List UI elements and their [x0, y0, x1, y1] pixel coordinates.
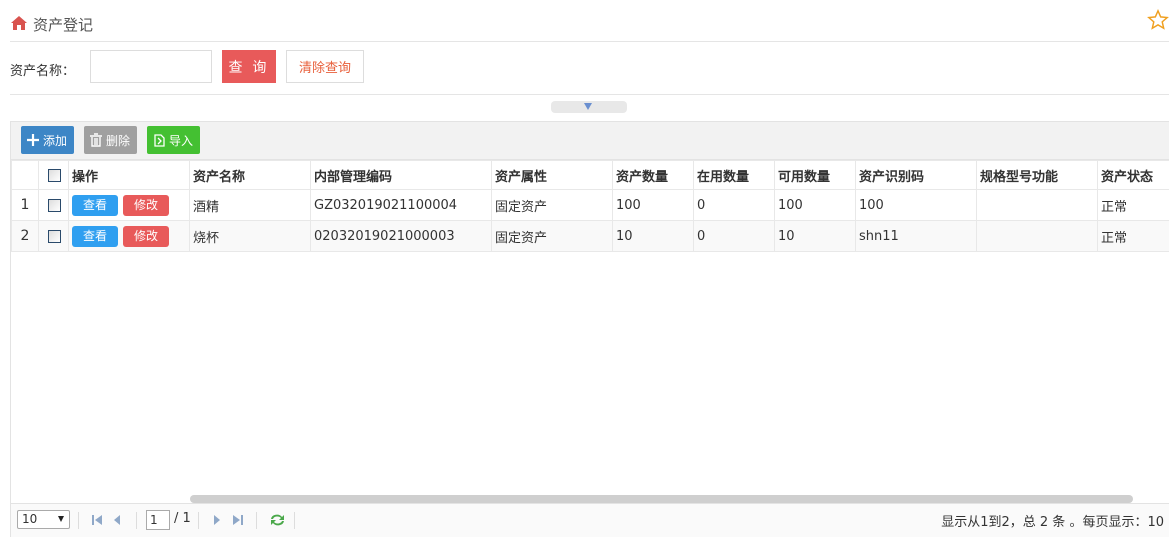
status-cell: 正常	[1097, 220, 1169, 252]
import-file-icon	[154, 134, 165, 147]
asset-attr-cell: 固定资产	[491, 189, 613, 221]
asset-table: 操作 资产名称 内部管理编码 资产属性 资产数量 在用数量 可用数量 资产识别码…	[11, 160, 1169, 252]
next-page-icon[interactable]	[212, 514, 222, 526]
ident-code-cell: 100	[855, 189, 977, 221]
query-button[interactable]: 查 询	[222, 50, 276, 83]
row-checkbox[interactable]	[48, 229, 61, 243]
table-row[interactable]: 1 查看 修改 酒精 GZ032019021100004 固定资产 100 0 1…	[11, 189, 1169, 221]
page-title: 资产登记	[33, 16, 94, 34]
add-label: 添加	[43, 133, 68, 148]
view-button[interactable]: 查看	[72, 194, 118, 216]
collapse-toggle[interactable]	[551, 101, 627, 113]
page-number-input[interactable]: 1	[146, 510, 170, 530]
asset-name-cell: 酒精	[189, 189, 311, 221]
edit-button[interactable]: 修改	[123, 225, 169, 247]
caret-down-icon	[584, 103, 592, 110]
spec-cell	[976, 220, 1098, 252]
asset-grid: 添加 删除 导入 操作 资产名称 内部管理编码 资产属性 资产数量 在用数量 可…	[10, 121, 1169, 537]
page-size-select[interactable]: 10	[17, 510, 70, 529]
row-number-header	[11, 160, 39, 190]
star-icon[interactable]	[1147, 9, 1169, 31]
horizontal-scrollbar[interactable]	[190, 495, 1133, 503]
asset-name-label: 资产名称：	[10, 64, 76, 79]
table-header-row: 操作 资产名称 内部管理编码 资产属性 资产数量 在用数量 可用数量 资产识别码…	[11, 160, 1169, 190]
row-checkbox[interactable]	[48, 198, 61, 212]
view-button[interactable]: 查看	[72, 225, 118, 247]
row-select-cell	[38, 220, 69, 252]
column-header[interactable]: 资产名称	[189, 160, 311, 190]
available-qty-cell: 100	[774, 189, 856, 221]
add-button[interactable]: 添加	[21, 126, 74, 154]
row-number: 2	[11, 220, 39, 252]
divider	[294, 512, 295, 529]
row-number: 1	[11, 189, 39, 221]
asset-attr-cell: 固定资产	[491, 220, 613, 252]
asset-name-input[interactable]	[90, 50, 212, 83]
select-all-header	[38, 160, 69, 190]
internal-code-cell: 02032019021000003	[310, 220, 492, 252]
pagination-bar: 10 1 / 1 显示从1到2，总 2 条 。每页显示：10	[11, 503, 1169, 537]
clear-query-button[interactable]: 清除查询	[286, 50, 364, 83]
divider	[198, 512, 199, 529]
column-header[interactable]: 资产数量	[612, 160, 694, 190]
column-header[interactable]: 在用数量	[693, 160, 775, 190]
column-header: 操作	[68, 160, 190, 190]
divider	[256, 512, 257, 529]
grid-toolbar: 添加 删除 导入	[11, 122, 1169, 160]
column-header[interactable]: 可用数量	[774, 160, 856, 190]
trash-icon	[90, 133, 102, 147]
in-use-qty-cell: 0	[693, 189, 775, 221]
home-icon[interactable]	[10, 15, 28, 31]
column-header[interactable]: 规格型号功能	[976, 160, 1098, 190]
column-header[interactable]: 资产状态	[1097, 160, 1169, 190]
total-pages: / 1	[174, 511, 191, 526]
available-qty-cell: 10	[774, 220, 856, 252]
refresh-icon[interactable]	[269, 513, 286, 527]
plus-icon	[27, 134, 39, 146]
dropdown-arrow-icon	[58, 516, 64, 522]
asset-qty-cell: 100	[612, 189, 694, 221]
divider	[136, 512, 137, 529]
pagination-info: 显示从1到2，总 2 条 。每页显示：10	[941, 515, 1164, 530]
spec-cell	[976, 189, 1098, 221]
actions-cell: 查看 修改	[68, 220, 190, 252]
column-header[interactable]: 资产属性	[491, 160, 613, 190]
ident-code-cell: shn11	[855, 220, 977, 252]
page-header: 资产登记	[10, 0, 1169, 42]
first-page-icon[interactable]	[91, 514, 103, 526]
import-label: 导入	[169, 133, 194, 148]
delete-button[interactable]: 删除	[84, 126, 137, 154]
column-header[interactable]: 内部管理编码	[310, 160, 492, 190]
page-size-value: 10	[22, 512, 38, 526]
in-use-qty-cell: 0	[693, 220, 775, 252]
asset-name-cell: 烧杯	[189, 220, 311, 252]
select-all-checkbox[interactable]	[48, 168, 61, 182]
divider	[78, 512, 79, 529]
search-bar: 资产名称： 查 询 清除查询	[10, 42, 1169, 95]
edit-button[interactable]: 修改	[123, 194, 169, 216]
asset-qty-cell: 10	[612, 220, 694, 252]
delete-label: 删除	[106, 133, 131, 148]
last-page-icon[interactable]	[232, 514, 244, 526]
internal-code-cell: GZ032019021100004	[310, 189, 492, 221]
row-select-cell	[38, 189, 69, 221]
status-cell: 正常	[1097, 189, 1169, 221]
table-row[interactable]: 2 查看 修改 烧杯 02032019021000003 固定资产 10 0 10…	[11, 220, 1169, 252]
actions-cell: 查看 修改	[68, 189, 190, 221]
column-header[interactable]: 资产识别码	[855, 160, 977, 190]
import-button[interactable]: 导入	[147, 126, 200, 154]
prev-page-icon[interactable]	[112, 514, 122, 526]
